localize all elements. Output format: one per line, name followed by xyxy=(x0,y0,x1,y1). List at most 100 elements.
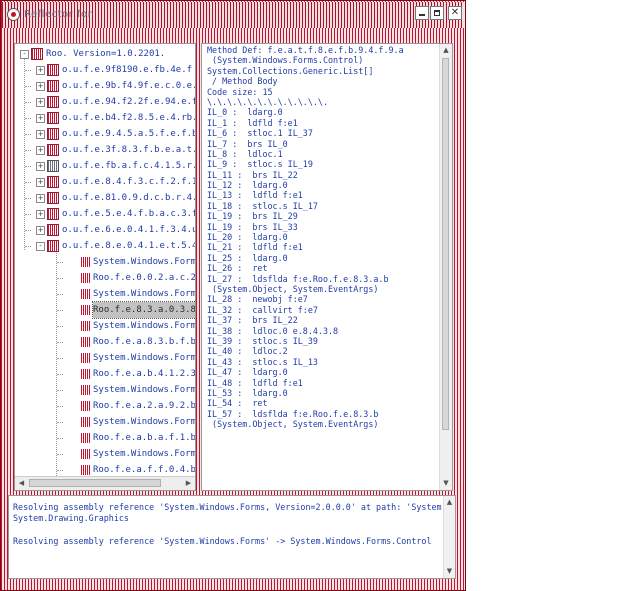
code-line: IL_40 : ldloc.2 xyxy=(207,346,288,357)
tree-connector xyxy=(25,246,31,247)
code-line: IL_43 : stloc.s IL_13 xyxy=(207,356,318,367)
tree-node[interactable]: - Roo. Version=1.0.2201. xyxy=(15,46,195,62)
code-line: IL_1 : ldfld f:e1 xyxy=(207,117,298,128)
code-line: IL_26 : ret xyxy=(207,263,268,274)
tree-connector xyxy=(57,278,63,279)
tree-node[interactable]: + o.u.f.e.8.4.f.3.c.f.2.f.1 xyxy=(15,174,195,190)
output-scroll-down-icon[interactable]: ▼ xyxy=(444,565,455,578)
tree-connector xyxy=(57,374,63,375)
tree-node[interactable]: System.Windows.Forms.Co xyxy=(15,286,195,302)
tree-node[interactable]: + o.u.f.e.9.4.5.a.5.f.e.f.b xyxy=(15,126,195,142)
tree-node[interactable]: + o.u.f.e.81.0.9.d.c.b.r.4.a xyxy=(15,190,195,206)
code-line: IL_57 : ldsflda f:e.Roo.f.e.8.3.b xyxy=(207,408,379,419)
tree-node[interactable]: Roo.f.e.a.8.3.b.f.b.2.f.9 xyxy=(15,334,195,350)
scroll-right-icon[interactable]: ▶ xyxy=(182,477,195,490)
tree-connector xyxy=(57,310,63,311)
expand-icon[interactable]: + xyxy=(36,114,45,123)
tree-node[interactable]: System.Windows.Forms.Co xyxy=(15,446,195,462)
tree-node-label: Roo.f.e.a.b.a.f.1.b.f.8.b xyxy=(93,433,195,443)
code-line: IL_18 : stloc.s IL_17 xyxy=(207,200,318,211)
expand-icon[interactable]: + xyxy=(36,66,45,75)
code-line: IL_7 : brs IL_0 xyxy=(207,138,288,149)
tree-node[interactable]: Roo.f.e.a.b.4.1.2.3.a.2.9 xyxy=(15,366,195,382)
collapse-icon[interactable]: - xyxy=(20,50,29,59)
tree-node[interactable]: + o.u.f.e.9f8190.e.fb.4e.f xyxy=(15,62,195,78)
expand-icon[interactable]: + xyxy=(36,130,45,139)
tree-connector xyxy=(25,150,31,151)
tree-node[interactable]: Roo.f.e.a.b.a.f.1.b.f.8.b xyxy=(15,430,195,446)
resource-icon xyxy=(81,353,90,363)
scroll-up-icon[interactable]: ▲ xyxy=(440,44,452,57)
tree-node[interactable]: System.Windows.Forms.Co xyxy=(15,318,195,334)
expand-icon[interactable]: + xyxy=(36,178,45,187)
code-line: IL_27 : ldsflda f:e.Roo.f.e.8.3.a.b xyxy=(207,273,389,284)
disassembly-view[interactable]: Method Def: f.e.a.t.f.8.e.f.b.9.4.f.9.a … xyxy=(201,43,453,491)
app-icon xyxy=(7,8,20,21)
tree-horizontal-scrollbar[interactable]: ◀ ▶ xyxy=(15,476,195,490)
tree-connector xyxy=(57,262,63,263)
tree-node[interactable]: Roo.f.e.a.f.f.0.4.b.e.0.2 xyxy=(15,462,195,476)
module-icon xyxy=(47,144,59,156)
expand-icon[interactable]: + xyxy=(36,82,45,91)
tree-node[interactable]: System.Windows.Forms.Co xyxy=(15,254,195,270)
resource-icon xyxy=(81,449,90,459)
close-button[interactable]: ✕ xyxy=(448,6,462,20)
tree-node[interactable]: + o.u.f.e.3f.8.3.f.b.e.a.t.a xyxy=(15,142,195,158)
tree-node[interactable]: + o.u.f.e.9b.f4.9f.e.c.0.e.e xyxy=(15,78,195,94)
tree-node[interactable]: - o.u.f.e.8.e.0.4.1.e.t.5.4 xyxy=(15,238,195,254)
expand-icon[interactable]: + xyxy=(36,210,45,219)
tree-node-label: o.u.f.e.9b.f4.9f.e.c.0.e.e xyxy=(62,81,195,91)
code-line: IL_9 : stloc.s IL_19 xyxy=(207,159,313,170)
tree-node[interactable]: + o.u.f.e.fb.a.f.c.4.1.5.r.c xyxy=(15,158,195,174)
tree-node[interactable]: + o.u.f.e.b4.f2.8.5.e.4.rb.b xyxy=(15,110,195,126)
tree-connector xyxy=(25,70,31,71)
expand-icon[interactable]: + xyxy=(36,194,45,203)
tree-items: - Roo. Version=1.0.2201. + o.u.f.e.9f8190.e… xyxy=(15,44,195,476)
code-line: IL_19 : brs IL_29 xyxy=(207,211,298,222)
output-line: System.Drawing.Graphics xyxy=(13,513,129,523)
code-line: Code size: 15 xyxy=(207,86,273,97)
tree-node[interactable]: System.Windows.Forms.Co xyxy=(15,350,195,366)
title-bar[interactable]: Reflector for ✕ xyxy=(2,2,464,28)
tree-node[interactable]: + o.u.f.e.6.e.0.4.1.f.3.4.u xyxy=(15,222,195,238)
output-line: Resolving assembly reference 'System.Win… xyxy=(13,502,455,512)
expand-icon[interactable]: + xyxy=(36,226,45,235)
tree-node[interactable]: + o.u.f.e.5.e.4.f.b.a.c.3.f xyxy=(15,206,195,222)
maximize-button[interactable] xyxy=(430,6,444,20)
collapse-icon[interactable]: - xyxy=(36,242,45,251)
output-scroll-up-icon[interactable]: ▲ xyxy=(444,496,455,509)
assembly-tree[interactable]: - Roo. Version=1.0.2201. + o.u.f.e.9f8190.e… xyxy=(14,43,196,491)
code-line: System.Collections.Generic.List[] xyxy=(207,65,374,76)
code-line: (System.Windows.Forms.Control) xyxy=(207,55,364,66)
disassembly-vertical-scrollbar[interactable]: ▲ ▼ xyxy=(439,44,452,490)
expand-icon[interactable]: + xyxy=(36,146,45,155)
module-icon xyxy=(47,160,59,172)
resource-icon xyxy=(81,257,90,267)
code-line: IL_20 : ldarg.0 xyxy=(207,232,288,243)
disassembly-lines: Method Def: f.e.a.t.f.8.e.f.b.9.4.f.9.a … xyxy=(207,45,438,429)
minimize-button[interactable] xyxy=(415,6,429,20)
scroll-left-icon[interactable]: ◀ xyxy=(15,477,28,490)
tree-scroll-thumb[interactable] xyxy=(29,479,161,487)
window-title: Reflector for xyxy=(24,9,93,20)
code-line: IL_37 : brs IL_22 xyxy=(207,315,298,326)
disassembly-scroll-thumb[interactable] xyxy=(442,58,449,430)
code-line: IL_47 : ldarg.0 xyxy=(207,367,288,378)
output-vertical-scrollbar[interactable]: ▲ ▼ xyxy=(443,496,455,578)
output-log[interactable]: Resolving assembly reference 'System.Win… xyxy=(8,495,456,579)
tree-node[interactable]: + o.u.f.e.94.f2.2f.e.94.e.f xyxy=(15,94,195,110)
scroll-down-icon[interactable]: ▼ xyxy=(440,477,452,490)
tree-node[interactable]: Roo.f.e.a.2.a.9.2.b.2.b.1 xyxy=(15,398,195,414)
expand-icon[interactable]: + xyxy=(36,98,45,107)
resource-icon xyxy=(81,465,90,475)
resource-icon xyxy=(81,337,90,347)
resource-icon xyxy=(81,289,90,299)
resource-icon xyxy=(81,433,90,443)
tree-node[interactable]: Roo.f.e.8.3.a.0.3.8.5.f.f xyxy=(15,301,195,319)
module-icon xyxy=(47,208,59,220)
expand-icon[interactable]: + xyxy=(36,162,45,171)
tree-node[interactable]: Roo.f.e.0.0.2.a.c.2.d.4.f xyxy=(15,270,195,286)
code-line: (System.Object, System.EventArgs) xyxy=(207,419,379,430)
tree-node[interactable]: System.Windows.Forms.Co xyxy=(15,382,195,398)
tree-node[interactable]: System.Windows.Forms.Co xyxy=(15,414,195,430)
